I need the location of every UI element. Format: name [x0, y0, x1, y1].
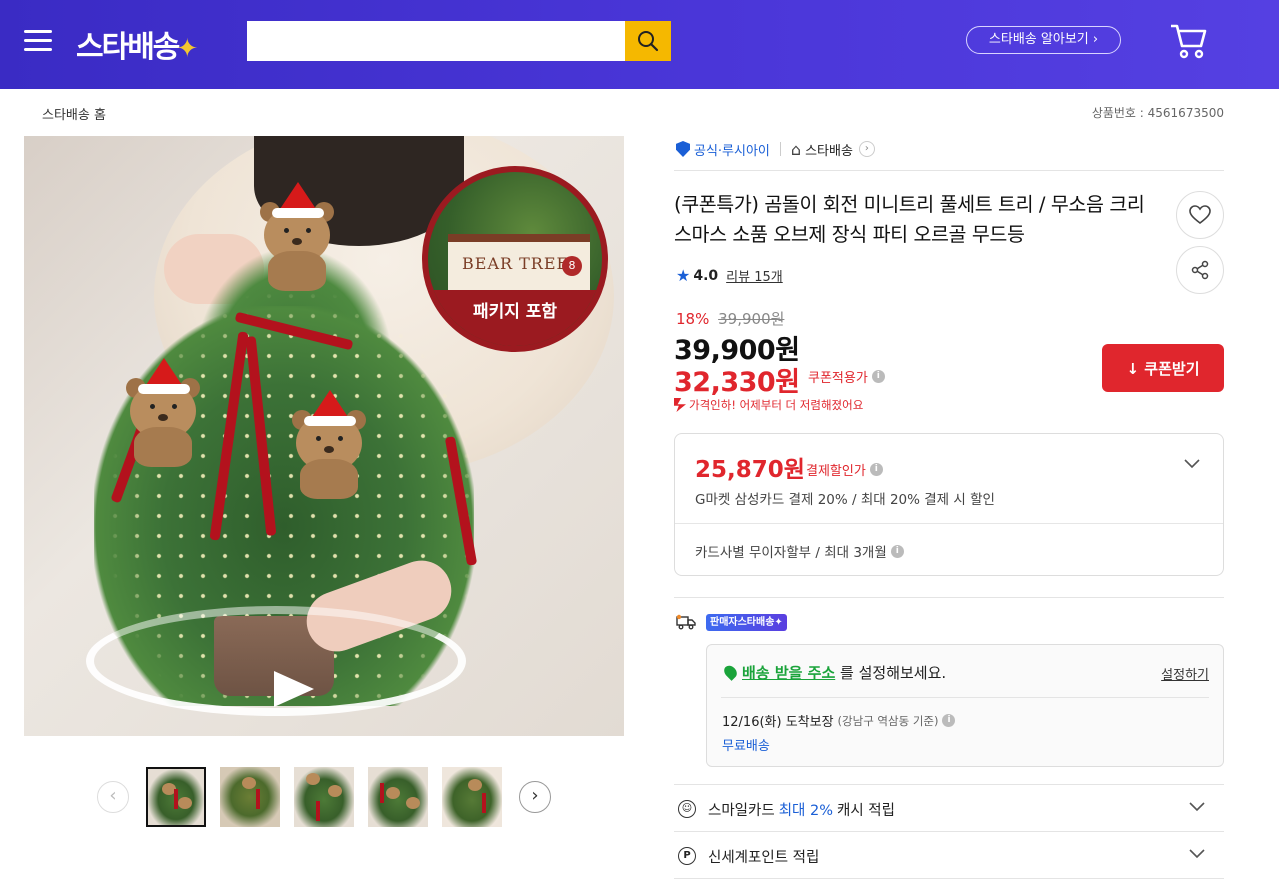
original-price: 39,900원 [718, 310, 785, 328]
official-seller-label: 공식·루시아이 [694, 143, 770, 159]
chevron-down-icon [1188, 800, 1206, 816]
divider [779, 142, 781, 156]
coupon-price-label: 쿠폰적용가 i [808, 367, 885, 386]
thumbnail[interactable] [220, 767, 280, 827]
search-icon [638, 31, 659, 52]
search-button[interactable] [625, 21, 671, 61]
arrival-location: (강남구 역삼동 기준) [837, 713, 939, 728]
product-number: 상품번호 : 4561673500 [1091, 106, 1224, 120]
top-header: 스타배송✦ 스타배송 알아보기 › [0, 0, 1279, 89]
thumbnail-prev-button[interactable]: ‹ [97, 781, 129, 813]
logo-star-icon: ✦ [176, 34, 198, 64]
store-link[interactable]: ⌂ 스타배송 › [791, 140, 875, 159]
main-product-image[interactable]: BEAR TREE 8 패키지 포함 [24, 136, 624, 736]
divider [674, 597, 1224, 598]
info-icon[interactable]: i [890, 544, 904, 558]
rating: ★ 4.0 리뷰 15개 [676, 266, 783, 285]
package-label: 패키지 포함 [428, 290, 602, 346]
coupon-price-label-text: 쿠폰적용가 [808, 371, 868, 386]
benefit-label: 스마일카드 [708, 802, 775, 819]
address-prompt: 배송 받을 주소 를 설정해보세요. [742, 662, 946, 683]
thumbnail[interactable] [294, 767, 354, 827]
home-icon: ⌂ [790, 139, 802, 159]
heart-icon [1189, 205, 1211, 225]
chevron-down-icon[interactable] [1183, 454, 1201, 473]
thumbnail[interactable] [442, 767, 502, 827]
address-prompt-suffix: 를 설정해보세요. [840, 664, 947, 682]
official-seller-link[interactable]: 공식·루시아이 [676, 140, 770, 159]
seller-badges: 공식·루시아이 ⌂ 스타배송 › [676, 139, 875, 159]
payment-discount-box: 25,870원 결제할인가 i G마켓 삼성카드 결제 20% / 최대 20%… [674, 433, 1224, 576]
teddy-bear-ornament [120, 358, 206, 468]
rating-value: 4.0 [693, 267, 719, 284]
coupon-price: 32,330원 [674, 367, 800, 398]
learn-more-button[interactable]: 스타배송 알아보기 › [966, 26, 1121, 54]
price-drop-notice: 가격인하! 어제부터 더 저렴해졌어요 [674, 397, 863, 413]
price-drop-icon [674, 398, 686, 412]
smile-card-benefit[interactable]: ☺ 스마일카드 최대 2% 캐시 적립 [674, 786, 1224, 832]
info-icon[interactable]: i [871, 370, 885, 383]
discount-row: 18% 39,900원 [676, 308, 784, 329]
payment-discount-label-text: 결제할인가 [806, 464, 866, 479]
chevron-down-icon [1188, 847, 1206, 863]
payment-discount-price: 25,870원 [695, 457, 805, 483]
logo-text: 스타배송 [76, 30, 180, 65]
breadcrumb[interactable]: 스타배송 홈 [42, 104, 106, 123]
payment-discount-label: 결제할인가 i [806, 460, 883, 479]
smile-icon: ☺ [678, 800, 696, 818]
info-icon[interactable]: i [869, 463, 883, 476]
price-drop-text: 가격인하! 어제부터 더 저렴해졌어요 [689, 398, 864, 412]
store-label: 스타배송 [805, 143, 853, 159]
seller-star-delivery-badge: 판매자스타배송✦ [706, 614, 787, 631]
thumbnail-next-button[interactable]: › [519, 781, 551, 813]
installment-info: 카드사별 무이자할부 / 최대 3개월 i [695, 541, 904, 561]
get-coupon-button[interactable]: ↓ 쿠폰받기 [1102, 344, 1224, 392]
reviews-link[interactable]: 리뷰 15개 [726, 266, 783, 285]
box-label: BEAR TREE [462, 254, 570, 273]
logo[interactable]: 스타배송✦ [76, 22, 198, 66]
payment-discount-desc: G마켓 삼성카드 결제 20% / 최대 20% 결제 시 할인 [695, 492, 995, 508]
chevron-right-icon: › [858, 141, 875, 157]
address-link[interactable]: 배송 받을 주소 [742, 664, 835, 682]
divider [674, 831, 1224, 832]
benefit-suffix: 캐시 적립 [837, 802, 895, 819]
hamburger-menu-icon[interactable] [24, 30, 52, 52]
divider [721, 697, 1209, 698]
product-title: (쿠폰특가) 곰돌이 회전 미니트리 풀세트 트리 / 무소음 크리스마스 소품… [674, 193, 1145, 246]
box-number-badge: 8 [562, 256, 582, 276]
shinsegae-point-benefit[interactable]: P 신세계포인트 적립 [674, 833, 1224, 879]
share-button[interactable] [1176, 246, 1224, 294]
rotation-arrow-icon [274, 671, 314, 707]
benefit-highlight: 최대 2% [778, 802, 833, 819]
free-shipping: 무료배송 [722, 739, 770, 754]
wishlist-button[interactable] [1176, 191, 1224, 239]
teddy-bear-ornament [254, 182, 340, 292]
divider [674, 170, 1224, 171]
package-inset: BEAR TREE 8 패키지 포함 [422, 166, 608, 352]
teddy-bear-ornament [286, 390, 372, 500]
arrival-guarantee: 12/16(화) 도착보장 (강남구 역삼동 기준) i [722, 711, 956, 730]
thumbnail[interactable] [146, 767, 206, 827]
location-pin-icon [721, 663, 740, 681]
cart-icon[interactable] [1168, 20, 1208, 64]
benefit-label: 신세계포인트 적립 [708, 849, 820, 866]
arrival-date: 12/16(화) 도착보장 [722, 715, 834, 730]
package-box: BEAR TREE 8 [448, 234, 590, 292]
divider [674, 784, 1224, 785]
point-icon: P [678, 847, 696, 865]
divider [675, 523, 1223, 524]
search-input[interactable] [247, 21, 625, 61]
shield-check-icon [676, 141, 690, 157]
divider [674, 878, 1224, 879]
discount-percent: 18% [676, 310, 710, 328]
info-icon[interactable]: i [942, 714, 956, 727]
thumbnail[interactable] [368, 767, 428, 827]
share-icon [1191, 260, 1209, 280]
set-address-link[interactable]: 설정하기 [1161, 664, 1209, 683]
shipping-box: 배송 받을 주소 를 설정해보세요. 설정하기 12/16(화) 도착보장 (강… [706, 644, 1224, 767]
installment-text: 카드사별 무이자할부 / 최대 3개월 [695, 545, 887, 561]
truck-icon [676, 614, 696, 634]
star-icon: ★ [676, 266, 691, 285]
